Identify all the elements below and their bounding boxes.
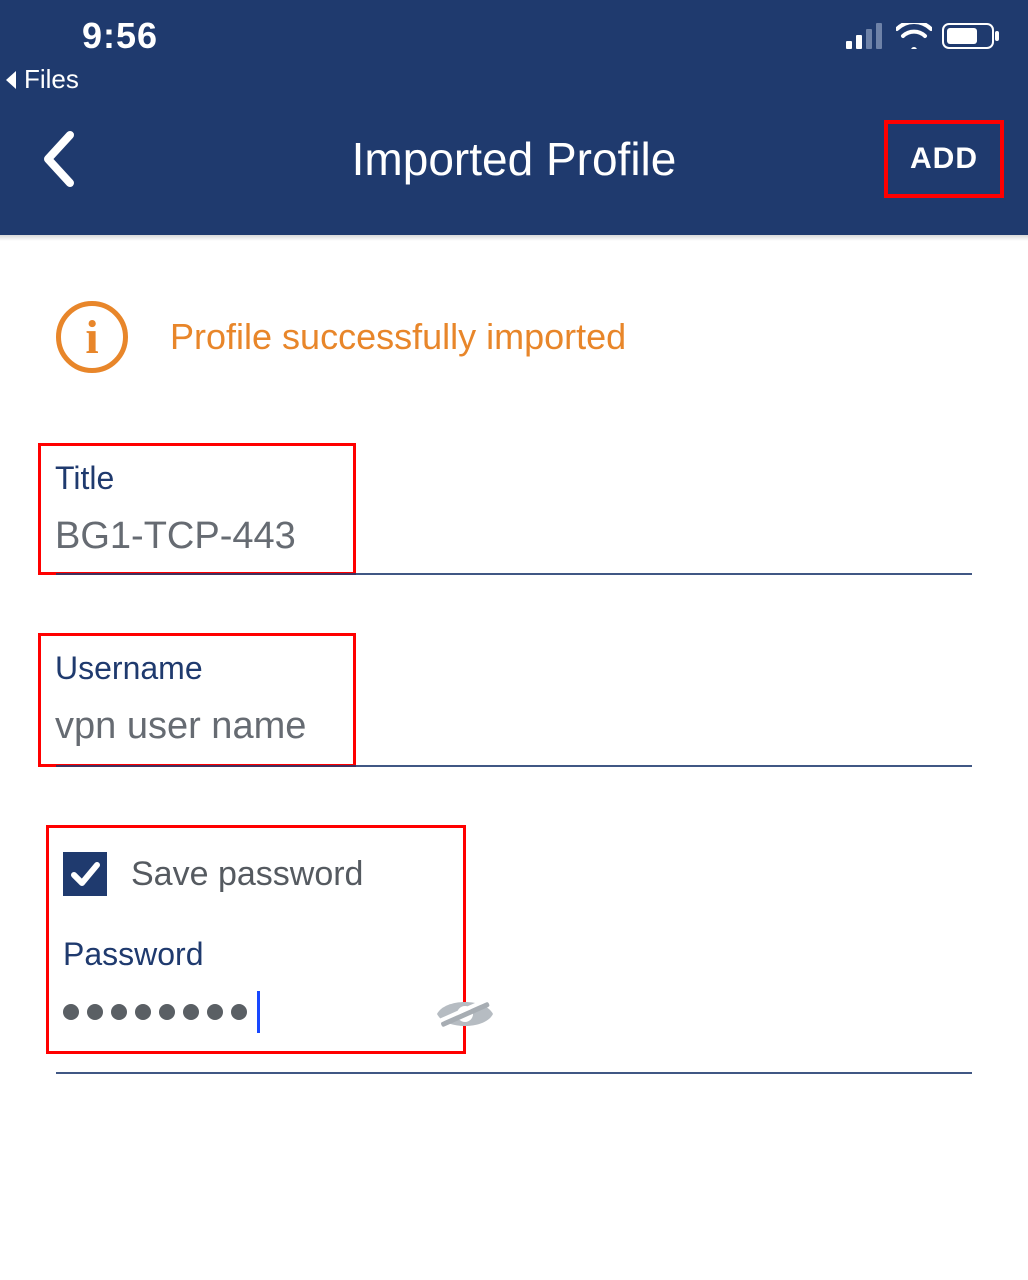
password-section: Save password Password bbox=[56, 825, 972, 1074]
cellular-icon bbox=[846, 23, 886, 49]
title-bar: Imported Profile ADD bbox=[0, 95, 1028, 235]
app-header: 9:56 Files bbox=[0, 0, 1028, 235]
username-label: Username bbox=[55, 650, 339, 687]
notice-text: Profile successfully imported bbox=[170, 316, 626, 358]
username-input[interactable]: vpn user name bbox=[55, 705, 339, 750]
save-password-checkbox[interactable] bbox=[63, 852, 107, 896]
save-password-label: Save password bbox=[131, 855, 363, 894]
info-icon: i bbox=[56, 301, 128, 373]
add-button[interactable]: ADD bbox=[884, 120, 1004, 198]
password-input[interactable] bbox=[63, 991, 260, 1039]
wifi-icon bbox=[896, 23, 932, 49]
password-label: Password bbox=[63, 936, 449, 973]
status-time: 9:56 bbox=[28, 15, 158, 57]
status-indicators bbox=[846, 23, 1000, 49]
eye-off-icon bbox=[433, 990, 497, 1038]
import-success-notice: i Profile successfully imported bbox=[56, 301, 972, 373]
back-to-app[interactable]: Files bbox=[0, 64, 1028, 95]
back-triangle-icon bbox=[2, 69, 20, 91]
back-app-label: Files bbox=[24, 64, 79, 95]
toggle-password-visibility[interactable] bbox=[433, 990, 497, 1043]
battery-icon bbox=[942, 23, 1000, 49]
username-field-group: Username vpn user name bbox=[56, 633, 972, 767]
back-button[interactable] bbox=[28, 129, 88, 189]
title-field-group: Title BG1-TCP-443 bbox=[56, 443, 972, 575]
check-icon bbox=[69, 858, 101, 890]
title-label: Title bbox=[55, 460, 339, 497]
page-title: Imported Profile bbox=[352, 132, 677, 186]
title-input[interactable]: BG1-TCP-443 bbox=[55, 515, 339, 560]
save-password-row[interactable]: Save password bbox=[63, 852, 449, 896]
chevron-left-icon bbox=[40, 131, 76, 187]
content-area: i Profile successfully imported Title BG… bbox=[0, 241, 1028, 1074]
status-bar: 9:56 bbox=[0, 0, 1028, 58]
